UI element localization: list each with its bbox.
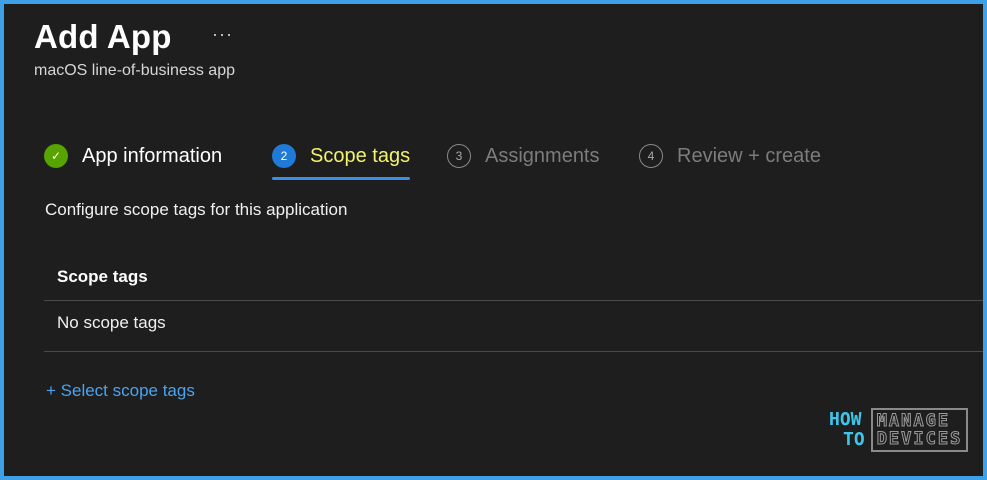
more-options-icon[interactable]: ··· <box>212 24 233 45</box>
active-step-underline <box>272 177 411 180</box>
app-window: Add App ··· macOS line-of-business app ✓… <box>0 0 987 480</box>
step-number-badge: 4 <box>639 144 663 168</box>
step-scope-tags[interactable]: 2 Scope tags <box>272 136 411 180</box>
step-assignments[interactable]: 3 Assignments <box>447 136 600 176</box>
step-label: Review + create <box>677 144 821 167</box>
logo-text-devices: DEVICES <box>876 429 963 449</box>
step-app-information[interactable]: ✓ App information <box>44 136 222 176</box>
step-label: Scope tags <box>310 144 411 167</box>
logo-text-to: TO <box>843 429 865 450</box>
table-header: Scope tags <box>44 254 983 301</box>
select-scope-tags-link[interactable]: + Select scope tags <box>46 381 195 401</box>
step-number-badge: 2 <box>272 144 296 168</box>
logo-text-manage: MANAGE <box>876 411 951 431</box>
scope-tags-table: Scope tags No scope tags <box>44 254 983 352</box>
step-number-badge: 3 <box>447 144 471 168</box>
step-review-create[interactable]: 4 Review + create <box>639 136 821 176</box>
checkmark-icon: ✓ <box>44 144 68 168</box>
step-label: Assignments <box>485 144 600 167</box>
table-row: No scope tags <box>44 301 983 352</box>
step-label: App information <box>82 144 223 167</box>
logo-text-how: HOW <box>829 409 862 430</box>
page-subtitle: macOS line-of-business app <box>34 62 235 79</box>
page-title: Add App <box>34 18 172 55</box>
section-description: Configure scope tags for this applicatio… <box>45 200 348 219</box>
watermark-logo: HOW TO MANAGE DEVICES <box>829 408 969 452</box>
